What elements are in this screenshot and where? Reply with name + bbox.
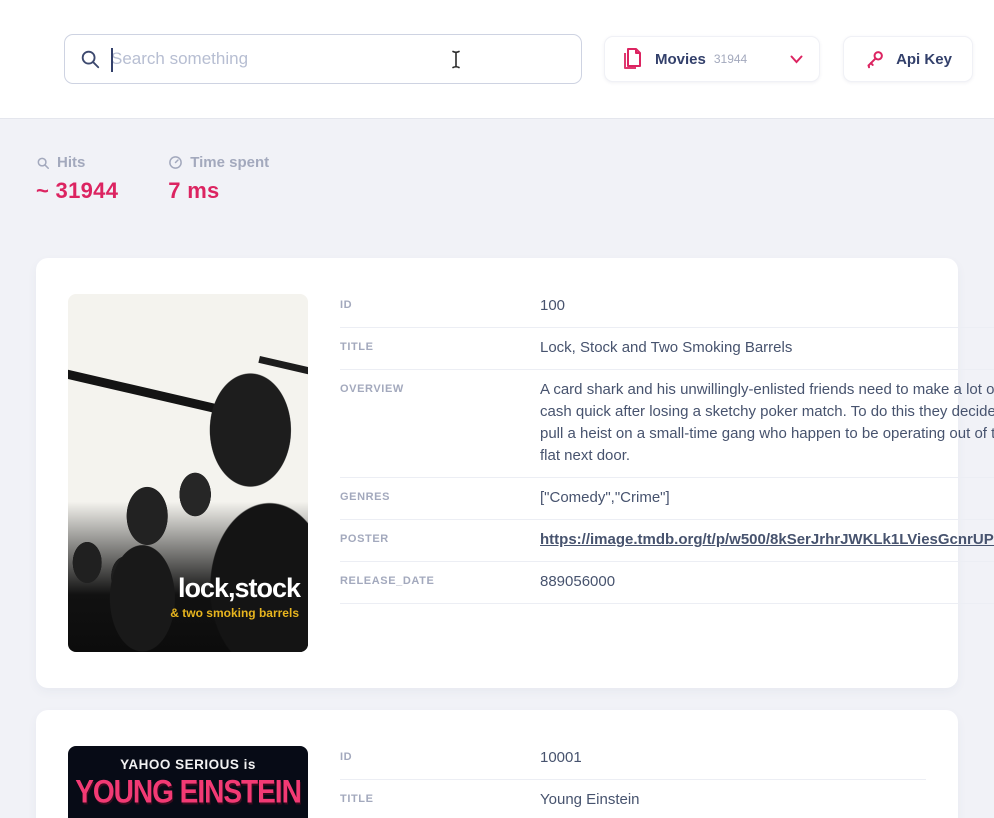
hits-stat: Hits ~ 31944 xyxy=(36,154,118,204)
field-row-release-date: RELEASE_DATE 889056000 xyxy=(340,562,994,604)
time-spent-label: Time spent xyxy=(190,154,269,171)
search-icon xyxy=(79,48,101,70)
poster-url-link[interactable]: https://image.tmdb.org/t/p/w500/8kSerJrh… xyxy=(540,531,994,548)
field-row-poster: POSTER https://image.tmdb.org/t/p/w500/8… xyxy=(340,520,994,562)
document-fields: ID 100 TITLE Lock, Stock and Two Smoking… xyxy=(340,286,994,652)
document-fields: ID 10001 TITLE Young Einstein OVERVIEW A… xyxy=(340,738,926,818)
header: Movies 31944 Api Key xyxy=(0,0,994,118)
poster-subtitle-text: & two smoking barrels xyxy=(170,606,299,620)
index-selector-dropdown[interactable]: Movies 31944 xyxy=(604,36,820,82)
field-label: TITLE xyxy=(340,337,540,359)
field-value: Lock, Stock and Two Smoking Barrels xyxy=(540,337,994,359)
api-key-button[interactable]: Api Key xyxy=(843,36,973,82)
search-box[interactable] xyxy=(64,34,582,84)
text-caret xyxy=(111,48,113,72)
gauge-icon xyxy=(168,155,183,170)
api-key-label: Api Key xyxy=(896,51,952,68)
result-card: lock,stock & two smoking barrels ID 100 … xyxy=(36,258,958,688)
field-label: ID xyxy=(340,295,540,317)
hits-label: Hits xyxy=(57,154,85,171)
field-row-id: ID 10001 xyxy=(340,738,926,780)
field-value: Young Einstein xyxy=(540,789,926,811)
time-spent-stat: Time spent 7 ms xyxy=(168,154,269,204)
field-value: https://image.tmdb.org/t/p/w500/8kSerJrh… xyxy=(540,529,994,551)
chevron-down-icon xyxy=(790,55,803,64)
field-row-overview: OVERVIEW A card shark and his unwillingl… xyxy=(340,370,994,478)
field-label: ID xyxy=(340,747,540,769)
field-value: 100 xyxy=(540,295,994,317)
field-row-id: ID 100 xyxy=(340,286,994,328)
field-value: A card shark and his unwillingly-enliste… xyxy=(540,379,994,467)
field-label: OVERVIEW xyxy=(340,379,540,467)
field-value: 10001 xyxy=(540,747,926,769)
stats-bar: Hits ~ 31944 Time spent 7 ms xyxy=(36,118,958,204)
poster-title-text: YOUNG EINSTEIN xyxy=(68,774,308,811)
index-count: 31944 xyxy=(714,52,747,66)
field-label: TITLE xyxy=(340,789,540,811)
field-label: POSTER xyxy=(340,529,540,551)
movie-poster-image: YAHOO SERIOUS is YOUNG EINSTEIN xyxy=(68,746,308,818)
hits-search-icon xyxy=(36,156,50,170)
field-row-title: TITLE Lock, Stock and Two Smoking Barrel… xyxy=(340,328,994,370)
field-row-genres: GENRES ["Comedy","Crime"] xyxy=(340,478,994,520)
field-label: RELEASE_DATE xyxy=(340,571,540,593)
field-row-title: TITLE Young Einstein xyxy=(340,780,926,818)
index-name: Movies xyxy=(655,51,706,68)
key-icon xyxy=(864,48,886,70)
poster-title-text: lock,stock xyxy=(178,573,300,604)
field-value: 889056000 xyxy=(540,571,994,593)
poster-tagline-text: YAHOO SERIOUS is xyxy=(68,757,308,772)
documents-icon xyxy=(621,46,643,72)
field-value: ["Comedy","Crime"] xyxy=(540,487,994,509)
hits-value: ~ 31944 xyxy=(36,178,118,204)
field-label: GENRES xyxy=(340,487,540,509)
time-spent-value: 7 ms xyxy=(168,178,269,204)
results-area: Hits ~ 31944 Time spent 7 ms lock,st xyxy=(0,118,994,818)
search-input[interactable] xyxy=(101,35,567,83)
movie-poster-image: lock,stock & two smoking barrels xyxy=(68,294,308,652)
result-card: YAHOO SERIOUS is YOUNG EINSTEIN ID 10001… xyxy=(36,710,958,818)
